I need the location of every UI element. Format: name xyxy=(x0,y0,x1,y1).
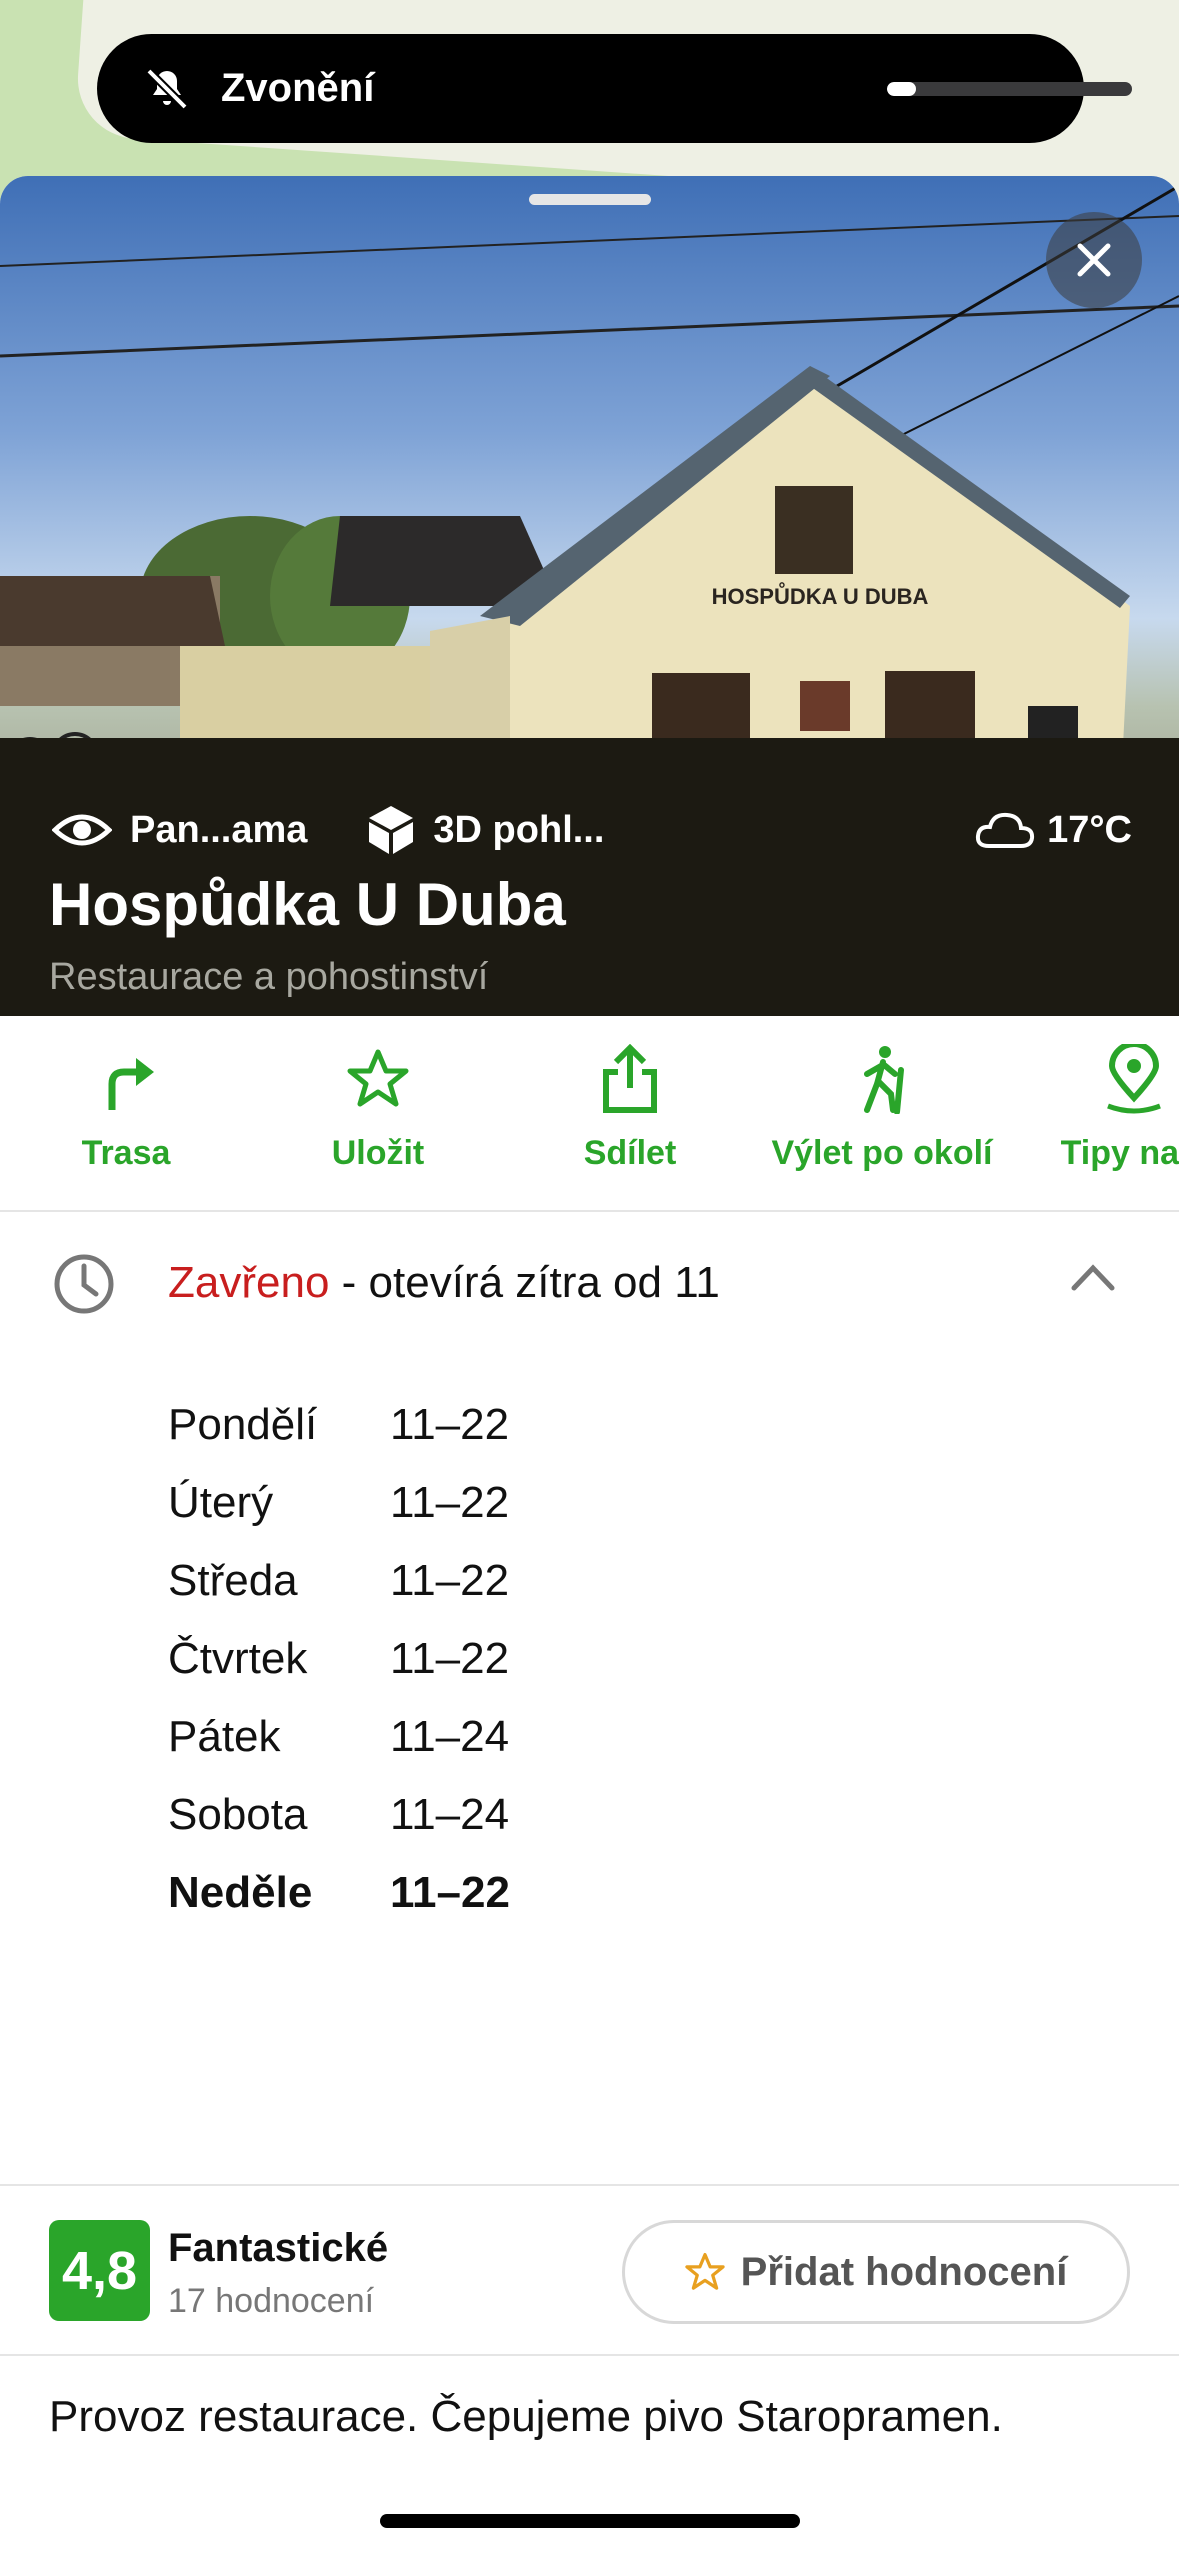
hiker-icon xyxy=(864,1046,904,1114)
add-rating-button[interactable]: Přidat hodnocení xyxy=(622,2220,1130,2324)
share-label: Sdílet xyxy=(583,1134,677,1172)
ringer-indicator: Zvonění xyxy=(97,34,1132,143)
hours-row: Neděle 11–22 xyxy=(168,1854,768,1932)
place-category: Restaurace a pohostinství xyxy=(49,956,489,998)
bell-slash-icon xyxy=(146,67,188,110)
hours-time: 11–24 xyxy=(390,1790,510,1839)
opening-hours-table: Pondělí 11–22 Úterý 11–22 Středa 11–22 Čtvrtek… xyxy=(168,1386,768,1932)
hours-time: 11–22 xyxy=(390,1634,510,1683)
open-next-text: - otevírá zítra od 11 xyxy=(329,1258,720,1307)
route-button[interactable]: Trasa xyxy=(0,1016,252,1210)
rating-word: Fantastické xyxy=(168,2226,389,2270)
hours-day: Neděle xyxy=(168,1868,313,1917)
rating-count[interactable]: 17 hodnocení xyxy=(168,2282,374,2321)
hours-day: Úterý xyxy=(168,1478,274,1527)
ringer-label: Zvonění xyxy=(221,66,375,110)
home-indicator[interactable] xyxy=(380,2514,800,2528)
panorama-label: Pan...ama xyxy=(130,808,308,851)
chevron-up-icon[interactable] xyxy=(1070,1262,1116,1292)
hours-row: Úterý 11–22 xyxy=(168,1464,768,1542)
cloud-icon xyxy=(976,812,1035,848)
hours-time: 11–22 xyxy=(390,1400,510,1449)
cube-icon xyxy=(369,806,414,854)
save-label: Uložit xyxy=(331,1134,425,1172)
sheet-grabber[interactable] xyxy=(529,194,651,205)
tips-label: Tipy na v xyxy=(1060,1134,1179,1172)
3d-view-label: 3D pohl... xyxy=(433,808,605,851)
ringer-volume-fill xyxy=(887,82,917,96)
star-outline-icon xyxy=(684,2252,725,2290)
hours-day: Pondělí xyxy=(168,1400,318,1449)
hours-day: Středa xyxy=(168,1556,298,1605)
rating-section: 4,8 Fantastické 17 hodnocení Přidat hodn… xyxy=(0,2184,1179,2356)
clock-icon xyxy=(54,1254,114,1314)
place-title: Hospůdka U Duba xyxy=(49,871,566,938)
hours-day: Pátek xyxy=(168,1712,281,1761)
rating-score: 4,8 xyxy=(49,2220,150,2321)
opening-status: Zavřeno - otevírá zítra od 11 xyxy=(168,1258,720,1308)
save-button[interactable]: Uložit xyxy=(252,1016,504,1210)
place-description: Provoz restaurace. Čepujeme pivo Staropr… xyxy=(49,2392,1003,2441)
hours-row: Čtvrtek 11–22 xyxy=(168,1620,768,1698)
close-icon xyxy=(1077,243,1111,277)
3d-view-button[interactable]: 3D pohl... xyxy=(367,804,604,856)
closed-status: Zavřeno xyxy=(168,1258,330,1307)
hours-row: Pátek 11–24 xyxy=(168,1698,768,1776)
weather-info[interactable]: 17°C xyxy=(975,809,1132,852)
action-bar: Trasa Uložit Sdílet Výlet po okolí Tipy … xyxy=(0,1016,1179,1212)
trip-button[interactable]: Výlet po okolí xyxy=(756,1016,1008,1210)
eye-icon xyxy=(52,814,112,846)
hours-row: Pondělí 11–22 xyxy=(168,1386,768,1464)
route-icon xyxy=(108,1058,154,1110)
hours-time: 11–22 xyxy=(390,1556,510,1605)
hours-time: 11–22 xyxy=(390,1868,510,1917)
photo-sign-text: HOSPŮDKA U DUBA xyxy=(712,581,929,609)
share-icon xyxy=(603,1044,657,1113)
hours-day: Sobota xyxy=(168,1790,308,1839)
hours-day: Čtvrtek xyxy=(168,1634,308,1683)
hours-time: 11–24 xyxy=(390,1712,510,1761)
trip-label: Výlet po okolí xyxy=(771,1134,993,1172)
star-icon xyxy=(347,1049,409,1107)
tips-button[interactable]: Tipy na v xyxy=(1008,1016,1179,1210)
hours-row: Sobota 11–24 xyxy=(168,1776,768,1854)
add-rating-label: Přidat hodnocení xyxy=(740,2249,1068,2294)
opening-hours-header[interactable]: Zavřeno - otevírá zítra od 11 xyxy=(0,1212,1179,1352)
share-button[interactable]: Sdílet xyxy=(504,1016,756,1210)
place-feature-row: Pan...ama 3D pohl... 17°C xyxy=(52,800,1132,860)
route-label: Trasa xyxy=(81,1134,171,1172)
pin-icon xyxy=(1107,1044,1161,1114)
panorama-button[interactable]: Pan...ama xyxy=(52,809,307,852)
close-button[interactable] xyxy=(1046,212,1142,308)
ringer-volume-bar xyxy=(887,82,1132,96)
hours-row: Středa 11–22 xyxy=(168,1542,768,1620)
hours-time: 11–22 xyxy=(390,1478,510,1527)
weather-label: 17°C xyxy=(1047,808,1132,851)
